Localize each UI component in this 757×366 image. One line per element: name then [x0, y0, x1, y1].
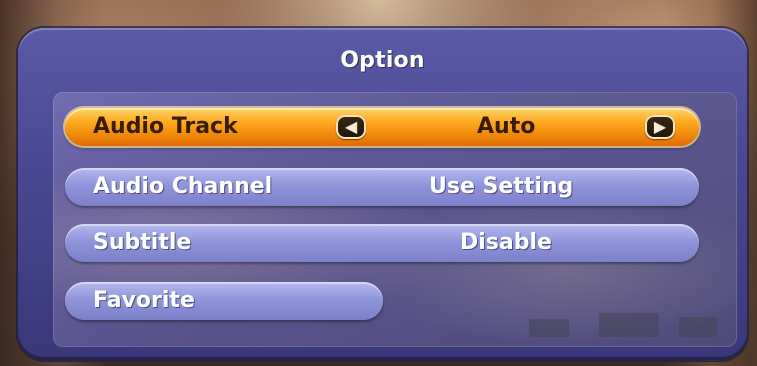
favorite-label: Favorite	[93, 288, 195, 313]
arrow-right-icon[interactable]: ▶	[645, 115, 675, 139]
menu-row-audio-track[interactable]: Audio Track ◀ Auto ▶	[65, 108, 699, 146]
menu-row-subtitle[interactable]: Subtitle Disable	[65, 224, 699, 262]
subtitle-value: Disable	[460, 230, 552, 255]
background-detail	[529, 297, 729, 337]
audio-track-value: Auto	[477, 114, 536, 139]
menu-title: Option	[340, 48, 425, 73]
subtitle-label: Subtitle	[93, 230, 192, 255]
option-menu-panel: Option Audio Track ◀ Auto ▶ Audio Channe…	[18, 28, 747, 360]
menu-row-audio-channel[interactable]: Audio Channel Use Setting	[65, 168, 699, 206]
audio-channel-label: Audio Channel	[93, 174, 273, 199]
audio-track-label: Audio Track	[93, 114, 238, 139]
menu-row-favorite[interactable]: Favorite	[65, 282, 383, 320]
audio-channel-value: Use Setting	[429, 174, 574, 199]
arrow-left-icon[interactable]: ◀	[336, 115, 366, 139]
